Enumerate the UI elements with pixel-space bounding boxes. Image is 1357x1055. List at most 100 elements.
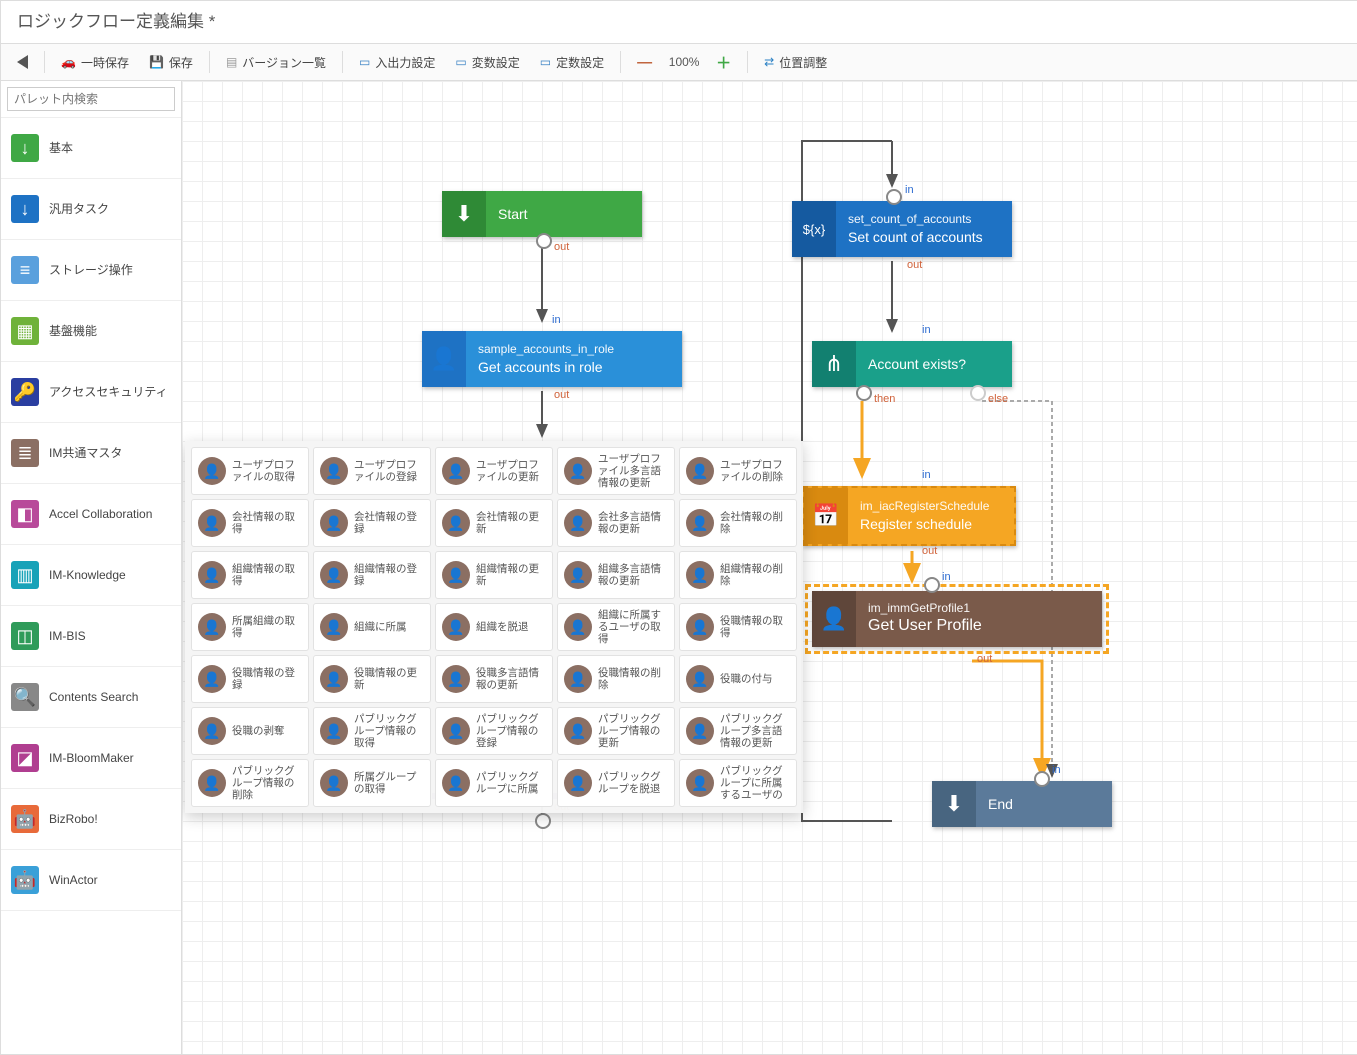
palette-item[interactable]: ↓基本: [1, 118, 181, 179]
var-settings-button[interactable]: ▭変数設定: [447, 50, 527, 75]
popup-item-icon: 👤: [198, 717, 226, 745]
popup-item-label: 組織に所属するユーザの取得: [598, 609, 668, 645]
zoom-in-button[interactable]: ＋: [708, 48, 739, 77]
popup-item[interactable]: 👤役職情報の更新: [313, 655, 431, 703]
popup-item[interactable]: 👤役職の付与: [679, 655, 797, 703]
popup-item-icon: 👤: [564, 769, 592, 797]
popup-item-icon: 👤: [686, 717, 714, 745]
back-button[interactable]: [9, 51, 36, 73]
popup-item[interactable]: 👤組織に所属するユーザの取得: [557, 603, 675, 651]
palette-item[interactable]: ▦基盤機能: [1, 301, 181, 362]
io-settings-button[interactable]: ▭入出力設定: [351, 50, 443, 75]
node-end-title: End: [988, 795, 1013, 813]
popup-item[interactable]: 👤会社多言語情報の更新: [557, 499, 675, 547]
palette-item[interactable]: ↓汎用タスク: [1, 179, 181, 240]
popup-item[interactable]: 👤組織を脱退: [435, 603, 553, 651]
popup-item[interactable]: 👤パブリックグループ多言語情報の更新: [679, 707, 797, 755]
palette-item[interactable]: 🤖WinActor: [1, 850, 181, 911]
popup-item-label: ユーザプロファイルの取得: [232, 459, 302, 483]
temp-save-button[interactable]: 🚗一時保存: [53, 50, 137, 75]
popup-item-icon: 👤: [564, 613, 592, 641]
node-setcount-title: Set count of accounts: [848, 228, 983, 246]
node-end[interactable]: ⬇ End: [932, 781, 1112, 827]
popup-item[interactable]: 👤パブリックグループ情報の削除: [191, 759, 309, 807]
popup-item-label: 役職情報の登録: [232, 667, 302, 691]
popup-item[interactable]: 👤組織情報の更新: [435, 551, 553, 599]
popup-item[interactable]: 👤ユーザプロファイル多言語情報の更新: [557, 447, 675, 495]
palette-item[interactable]: ◧Accel Collaboration: [1, 484, 181, 545]
flow-canvas[interactable]: ⬇ Start out 👤 sample_accounts_in_role Ge…: [182, 81, 1357, 1054]
node-start[interactable]: ⬇ Start: [442, 191, 642, 237]
palette-item[interactable]: ≣IM共通マスタ: [1, 423, 181, 484]
popup-item[interactable]: 👤所属組織の取得: [191, 603, 309, 651]
port[interactable]: [1034, 771, 1050, 787]
palette-item[interactable]: ≡ストレージ操作: [1, 240, 181, 301]
popup-item[interactable]: 👤組織情報の登録: [313, 551, 431, 599]
popup-item-icon: 👤: [198, 769, 226, 797]
port[interactable]: [924, 577, 940, 593]
palette-item-icon: ↓: [11, 134, 39, 162]
popup-item[interactable]: 👤役職情報の取得: [679, 603, 797, 651]
popup-item[interactable]: 👤会社情報の登録: [313, 499, 431, 547]
port[interactable]: [886, 189, 902, 205]
popup-item[interactable]: 👤役職情報の削除: [557, 655, 675, 703]
popup-item[interactable]: 👤役職情報の登録: [191, 655, 309, 703]
popup-item[interactable]: 👤ユーザプロファイルの更新: [435, 447, 553, 495]
node-setcount-key: set_count_of_accounts: [848, 212, 983, 228]
palette-item[interactable]: ◪IM-BloomMaker: [1, 728, 181, 789]
node-get-profile[interactable]: 👤 im_immGetProfile1 Get User Profile: [812, 591, 1102, 647]
align-button[interactable]: ⇄位置調整: [756, 50, 835, 75]
popup-item[interactable]: 👤組織多言語情報の更新: [557, 551, 675, 599]
node-sample-accounts[interactable]: 👤 sample_accounts_in_role Get accounts i…: [422, 331, 682, 387]
popup-item-label: パブリックグループ情報の削除: [232, 765, 302, 801]
popup-item[interactable]: 👤ユーザプロファイルの削除: [679, 447, 797, 495]
port[interactable]: [856, 385, 872, 401]
popup-item-icon: 👤: [442, 665, 470, 693]
popup-item[interactable]: 👤組織に所属: [313, 603, 431, 651]
palette-item[interactable]: 🔍Contents Search: [1, 667, 181, 728]
zoom-out-button[interactable]: —: [629, 50, 660, 75]
popup-item[interactable]: 👤パブリックグループ情報の取得: [313, 707, 431, 755]
node-register-schedule[interactable]: 📅 im_iacRegisterSchedule Register schedu…: [802, 486, 1016, 546]
popup-item[interactable]: 👤パブリックグループ情報の更新: [557, 707, 675, 755]
save-label: 保存: [169, 54, 193, 71]
palette-list: ↓基本↓汎用タスク≡ストレージ操作▦基盤機能🔑アクセスセキュリティ≣IM共通マス…: [1, 118, 181, 1054]
port[interactable]: [536, 233, 552, 249]
palette-item[interactable]: 🤖BizRobo!: [1, 789, 181, 850]
popup-item[interactable]: 👤パブリックグループ情報の登録: [435, 707, 553, 755]
port-then: then: [874, 393, 895, 405]
popup-item[interactable]: 👤役職多言語情報の更新: [435, 655, 553, 703]
port-out: out: [977, 653, 992, 665]
folder-icon: ▭: [455, 55, 466, 69]
save-button[interactable]: 💾保存: [141, 50, 201, 75]
palette-item[interactable]: ▥IM-Knowledge: [1, 545, 181, 606]
node-set-count[interactable]: ${x} set_count_of_accounts Set count of …: [792, 201, 1012, 257]
popup-item[interactable]: 👤ユーザプロファイルの取得: [191, 447, 309, 495]
port[interactable]: [535, 813, 551, 829]
popup-item-icon: 👤: [320, 457, 348, 485]
popup-item[interactable]: 👤パブリックグループに所属するユーザの: [679, 759, 797, 807]
profile-icon: 👤: [812, 591, 856, 647]
popup-item[interactable]: 👤組織情報の削除: [679, 551, 797, 599]
popup-item[interactable]: 👤ユーザプロファイルの登録: [313, 447, 431, 495]
node-account-exists[interactable]: ⋔ Account exists?: [812, 341, 1012, 387]
popup-item-icon: 👤: [686, 457, 714, 485]
popup-item[interactable]: 👤パブリックグループを脱退: [557, 759, 675, 807]
popup-item[interactable]: 👤役職の剥奪: [191, 707, 309, 755]
const-settings-button[interactable]: ▭定数設定: [532, 50, 612, 75]
popup-item[interactable]: 👤会社情報の削除: [679, 499, 797, 547]
popup-item[interactable]: 👤会社情報の更新: [435, 499, 553, 547]
palette-item[interactable]: 🔑アクセスセキュリティ: [1, 362, 181, 423]
popup-item[interactable]: 👤会社情報の取得: [191, 499, 309, 547]
port[interactable]: [970, 385, 986, 401]
popup-item[interactable]: 👤パブリックグループに所属: [435, 759, 553, 807]
versions-button[interactable]: ▤バージョン一覧: [218, 50, 334, 75]
palette-item[interactable]: ◫IM-BIS: [1, 606, 181, 667]
palette-item-icon: ↓: [11, 195, 39, 223]
palette-search-input[interactable]: [7, 87, 175, 111]
popup-item-icon: 👤: [564, 509, 592, 537]
popup-item[interactable]: 👤所属グループの取得: [313, 759, 431, 807]
popup-item-label: 組織を脱退: [476, 621, 529, 633]
popup-item[interactable]: 👤組織情報の取得: [191, 551, 309, 599]
palette-item-label: WinActor: [49, 873, 98, 887]
